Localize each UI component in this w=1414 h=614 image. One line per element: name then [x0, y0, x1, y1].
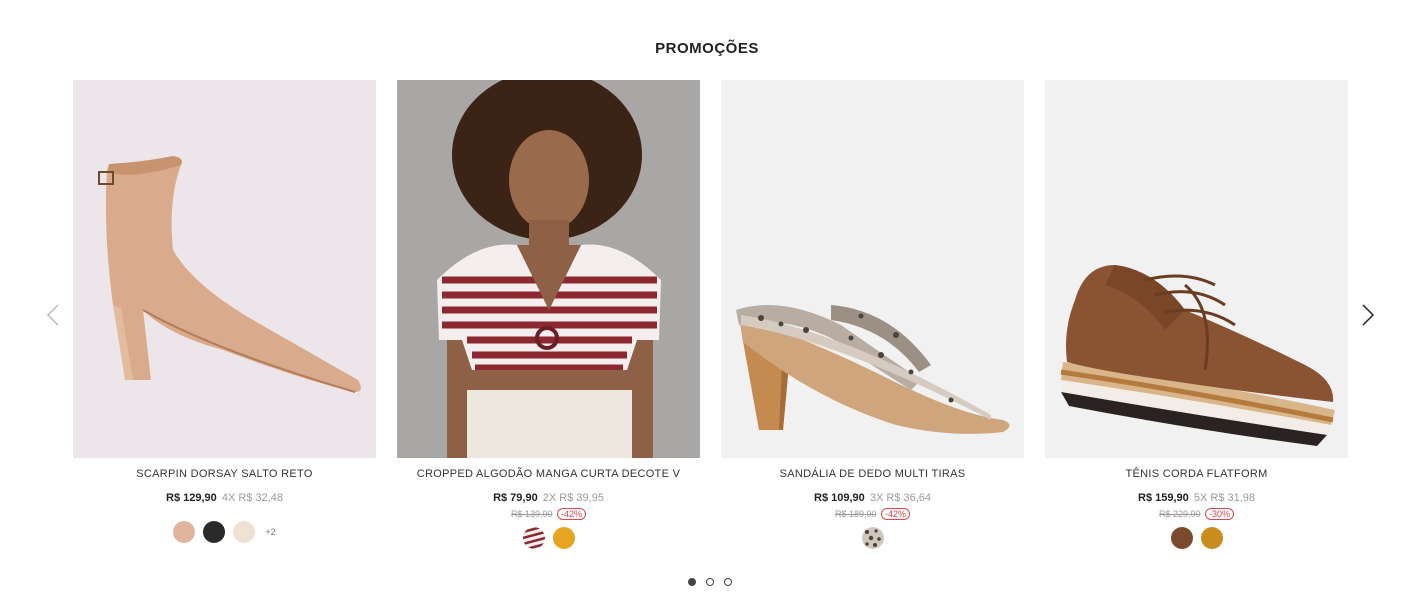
product-card[interactable]: SANDÁLIA DE DEDO MULTI TIRAS R$ 109,90 3… — [721, 80, 1024, 549]
product-image-scarpin[interactable] — [73, 80, 376, 458]
section-title: PROMOÇÕES — [655, 40, 759, 57]
old-price-row: R$ 229,90 -30% — [1045, 508, 1348, 520]
color-swatch[interactable] — [1170, 527, 1193, 549]
color-swatch[interactable] — [1200, 527, 1223, 549]
chevron-right-icon — [1362, 304, 1375, 326]
current-price: R$ 109,90 — [814, 492, 865, 504]
product-image-cropped[interactable] — [397, 80, 700, 458]
old-price: R$ 229,90 — [1158, 509, 1201, 519]
carousel-pagination — [688, 578, 732, 586]
current-price: R$ 79,90 — [493, 492, 538, 504]
color-swatch[interactable] — [552, 527, 575, 549]
product-card[interactable]: CROPPED ALGODÃO MANGA CURTA DECOTE V R$ … — [397, 80, 700, 549]
carousel-next-button[interactable] — [1357, 300, 1379, 330]
installments: 3X R$ 36,64 — [869, 492, 931, 504]
discount-badge: -42% — [881, 508, 911, 520]
product-name[interactable]: SCARPIN DORSAY SALTO RETO — [73, 467, 376, 481]
product-image-tenis[interactable] — [1045, 80, 1348, 458]
discount-badge: -30% — [1205, 508, 1235, 520]
current-price: R$ 159,90 — [1138, 492, 1189, 504]
product-name[interactable]: SANDÁLIA DE DEDO MULTI TIRAS — [721, 467, 1024, 481]
installments: 5X R$ 31,98 — [1193, 492, 1255, 504]
color-swatches — [721, 527, 1024, 549]
chevron-left-icon — [46, 304, 59, 326]
old-price: R$ 189,90 — [834, 509, 877, 519]
pagination-dot-3[interactable] — [724, 578, 732, 586]
pagination-dot-1[interactable] — [688, 578, 696, 586]
price-row: R$ 79,90 2X R$ 39,95 — [397, 492, 700, 505]
discount-badge: -42% — [557, 508, 587, 520]
old-price-row: R$ 189,90 -42% — [721, 508, 1024, 520]
price-row: R$ 109,90 3X R$ 36,64 — [721, 492, 1024, 505]
product-card[interactable]: SCARPIN DORSAY SALTO RETO R$ 129,90 4X R… — [73, 80, 376, 543]
color-swatch[interactable] — [233, 521, 256, 543]
price-row: R$ 159,90 5X R$ 31,98 — [1045, 492, 1348, 505]
old-price: R$ 139,90 — [510, 509, 553, 519]
color-swatches — [397, 527, 700, 549]
product-carousel: SCARPIN DORSAY SALTO RETO R$ 129,90 4X R… — [73, 80, 1348, 560]
old-price-row: R$ 139,90 -42% — [397, 508, 700, 520]
more-colors-count[interactable]: +2 — [265, 527, 275, 537]
current-price: R$ 129,90 — [166, 492, 217, 504]
color-swatch[interactable] — [522, 527, 545, 549]
carousel-prev-button[interactable] — [42, 300, 64, 330]
installments: 4X R$ 32,48 — [221, 492, 283, 504]
installments: 2X R$ 39,95 — [542, 492, 604, 504]
product-name[interactable]: TÊNIS CORDA FLATFORM — [1045, 467, 1348, 481]
color-swatch[interactable] — [173, 521, 196, 543]
color-swatches: +2 — [73, 521, 376, 543]
product-image-sandalia[interactable] — [721, 80, 1024, 458]
color-swatch[interactable] — [203, 521, 226, 543]
color-swatch[interactable] — [861, 527, 884, 549]
color-swatches — [1045, 527, 1348, 549]
product-name[interactable]: CROPPED ALGODÃO MANGA CURTA DECOTE V — [397, 467, 700, 481]
price-row: R$ 129,90 4X R$ 32,48 — [73, 492, 376, 505]
pagination-dot-2[interactable] — [706, 578, 714, 586]
product-card[interactable]: TÊNIS CORDA FLATFORM R$ 159,90 5X R$ 31,… — [1045, 80, 1348, 549]
